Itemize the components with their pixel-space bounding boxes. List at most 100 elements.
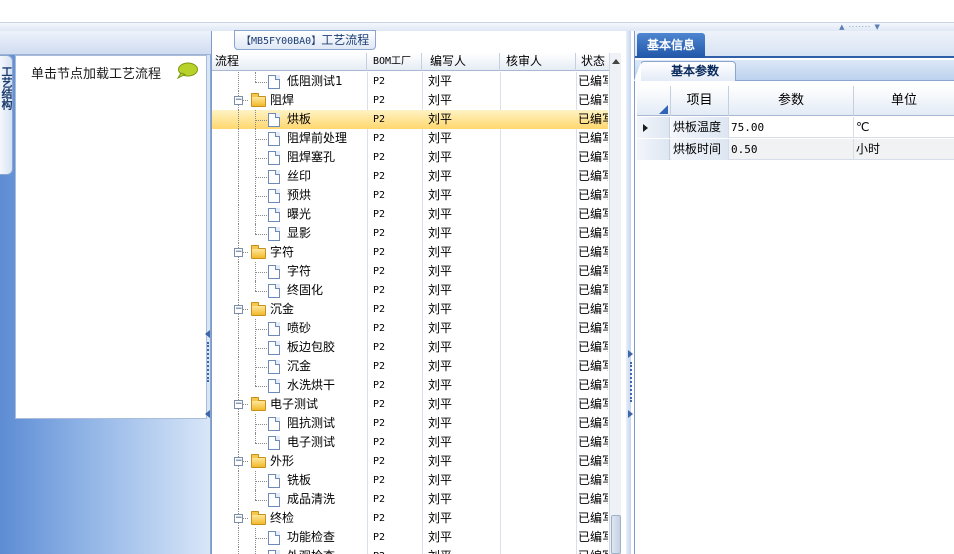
checker-cell	[506, 376, 576, 395]
tree-node-cell[interactable]: − 字符	[212, 243, 367, 262]
tree-node-cell[interactable]: 丝印	[212, 167, 367, 186]
column-header-status[interactable]: 状态	[576, 53, 610, 71]
horizontal-splitter[interactable]	[0, 23, 954, 31]
param-unit[interactable]: ℃	[854, 117, 954, 138]
column-header-unit[interactable]: 单位	[854, 86, 954, 116]
tree-node-cell[interactable]: 水洗烘干	[212, 376, 367, 395]
tree-node-label: 曝光	[287, 207, 312, 221]
scrollbar-thumb[interactable]	[611, 515, 621, 554]
tree-leaf-row[interactable]: 预烘 P2 刘平 已编写	[212, 186, 608, 205]
collapse-node-icon[interactable]: −	[234, 514, 243, 523]
tree-node-cell[interactable]: 阻抗测试	[212, 414, 367, 433]
tab-basic-info[interactable]: 基本信息	[637, 33, 705, 58]
tree-node-cell[interactable]: 阻焊前处理	[212, 129, 367, 148]
tree-node-cell[interactable]: 沉金	[212, 357, 367, 376]
tree-node-cell[interactable]: − 阻焊	[212, 91, 367, 110]
document-icon	[268, 531, 280, 545]
checker-cell	[506, 167, 576, 186]
tree-leaf-row[interactable]: 终固化 P2 刘平 已编写	[212, 281, 608, 300]
basic-info-tabstrip: 基本信息	[635, 31, 954, 58]
tree-leaf-row[interactable]: 曝光 P2 刘平 已编写	[212, 205, 608, 224]
param-value[interactable]: 0.50	[729, 139, 854, 160]
document-icon	[268, 474, 280, 488]
tree-folder-row[interactable]: − 终检 P2 刘平 已编写	[212, 509, 608, 528]
collapse-node-icon[interactable]: −	[234, 305, 243, 314]
param-unit[interactable]: 小时	[854, 139, 954, 160]
param-value[interactable]: 75.00	[729, 117, 854, 138]
column-header-writer[interactable]: 编写人	[422, 53, 500, 71]
tree-leaf-row[interactable]: 阻焊塞孔 P2 刘平 已编写	[212, 148, 608, 167]
tree-node-label: 功能检查	[287, 530, 336, 544]
tree-node-cell[interactable]: 曝光	[212, 205, 367, 224]
bom-factory-cell: P2	[373, 76, 386, 87]
collapse-node-icon[interactable]: −	[234, 96, 243, 105]
column-header-item[interactable]: 项目	[671, 86, 729, 116]
tree-hint-box[interactable]: 单击节点加载工艺流程	[15, 55, 207, 419]
tree-leaf-row[interactable]: 电子测试 P2 刘平 已编写	[212, 433, 608, 452]
tree-folder-row[interactable]: − 电子测试 P2 刘平 已编写	[212, 395, 608, 414]
bom-factory-cell: P2	[373, 323, 386, 334]
row-indicator[interactable]	[637, 139, 670, 160]
tree-node-cell[interactable]: 喷砂	[212, 319, 367, 338]
document-icon	[268, 208, 280, 222]
tree-leaf-row[interactable]: 外观检查 P2 刘平 已编写	[212, 547, 608, 554]
tree-node-cell[interactable]: 烘板	[212, 110, 367, 129]
tree-leaf-row[interactable]: 成品清洗 P2 刘平 已编写	[212, 490, 608, 509]
checker-cell	[506, 414, 576, 433]
tree-node-cell[interactable]: 板边包胶	[212, 338, 367, 357]
column-header-bom-factory[interactable]: BOM工厂	[367, 53, 422, 71]
tree-node-cell[interactable]: 阻焊塞孔	[212, 148, 367, 167]
tree-node-cell[interactable]: − 外形	[212, 452, 367, 471]
status-cell: 已编写	[578, 226, 608, 240]
tree-leaf-row[interactable]: 铣板 P2 刘平 已编写	[212, 471, 608, 490]
tree-connector	[255, 538, 267, 539]
tree-node-cell[interactable]: 铣板	[212, 471, 367, 490]
bom-factory-cell: P2	[373, 532, 386, 543]
tree-node-cell[interactable]: 字符	[212, 262, 367, 281]
tree-folder-row[interactable]: − 阻焊 P2 刘平 已编写	[212, 91, 608, 110]
tree-node-cell[interactable]: − 沉金	[212, 300, 367, 319]
tree-leaf-row[interactable]: 阻抗测试 P2 刘平 已编写	[212, 414, 608, 433]
column-header-flow[interactable]: 流程	[212, 53, 367, 71]
tree-node-cell[interactable]: 成品清洗	[212, 490, 367, 509]
tree-leaf-row[interactable]: 沉金 P2 刘平 已编写	[212, 357, 608, 376]
tree-leaf-row[interactable]: 字符 P2 刘平 已编写	[212, 262, 608, 281]
collapse-node-icon[interactable]: −	[234, 248, 243, 257]
tree-leaf-row[interactable]: 丝印 P2 刘平 已编写	[212, 167, 608, 186]
vertical-tab-process-structure[interactable]: 工艺结构	[0, 55, 13, 175]
tree-leaf-row[interactable]: 烘板 P2 刘平 已编写	[212, 110, 608, 129]
tree-node-cell[interactable]: 电子测试	[212, 433, 367, 452]
tree-leaf-row[interactable]: 喷砂 P2 刘平 已编写	[212, 319, 608, 338]
column-header-checker[interactable]: 核审人	[500, 53, 576, 71]
row-indicator-header[interactable]	[637, 86, 671, 116]
scroll-up-arrow-icon[interactable]	[612, 59, 620, 64]
writer-cell: 刘平	[428, 359, 453, 373]
collapse-node-icon[interactable]: −	[234, 457, 243, 466]
tree-leaf-row[interactable]: 板边包胶 P2 刘平 已编写	[212, 338, 608, 357]
tree-leaf-row[interactable]: 显影 P2 刘平 已编写	[212, 224, 608, 243]
tab-basic-params[interactable]: 基本参数	[634, 61, 736, 81]
tree-node-cell[interactable]: 显影	[212, 224, 367, 243]
tree-node-cell[interactable]: 低阻测试1	[212, 72, 367, 91]
bom-factory-cell: P2	[373, 342, 386, 353]
tree-folder-row[interactable]: − 沉金 P2 刘平 已编写	[212, 300, 608, 319]
vertical-scrollbar[interactable]	[609, 53, 621, 554]
param-row[interactable]: 烘板时间 0.50 小时	[637, 139, 954, 160]
tree-node-cell[interactable]: 外观检查	[212, 547, 367, 554]
tree-node-cell[interactable]: 终固化	[212, 281, 367, 300]
tree-node-cell[interactable]: − 终检	[212, 509, 367, 528]
splitter-grip-icon[interactable]: ▲ ······· ▼	[820, 23, 900, 31]
tree-leaf-row[interactable]: 阻焊前处理 P2 刘平 已编写	[212, 129, 608, 148]
column-header-param[interactable]: 参数	[729, 86, 854, 116]
collapse-node-icon[interactable]: −	[234, 400, 243, 409]
tree-leaf-row[interactable]: 水洗烘干 P2 刘平 已编写	[212, 376, 608, 395]
param-row[interactable]: 烘板温度 75.00 ℃	[637, 117, 954, 138]
tree-folder-row[interactable]: − 外形 P2 刘平 已编写	[212, 452, 608, 471]
tree-node-cell[interactable]: − 电子测试	[212, 395, 367, 414]
row-indicator[interactable]	[637, 117, 670, 138]
tree-folder-row[interactable]: − 字符 P2 刘平 已编写	[212, 243, 608, 262]
tree-node-cell[interactable]: 功能检查	[212, 528, 367, 547]
tree-leaf-row[interactable]: 功能检查 P2 刘平 已编写	[212, 528, 608, 547]
tree-node-cell[interactable]: 预烘	[212, 186, 367, 205]
tree-leaf-row[interactable]: 低阻测试1 P2 刘平 已编写	[212, 72, 608, 91]
